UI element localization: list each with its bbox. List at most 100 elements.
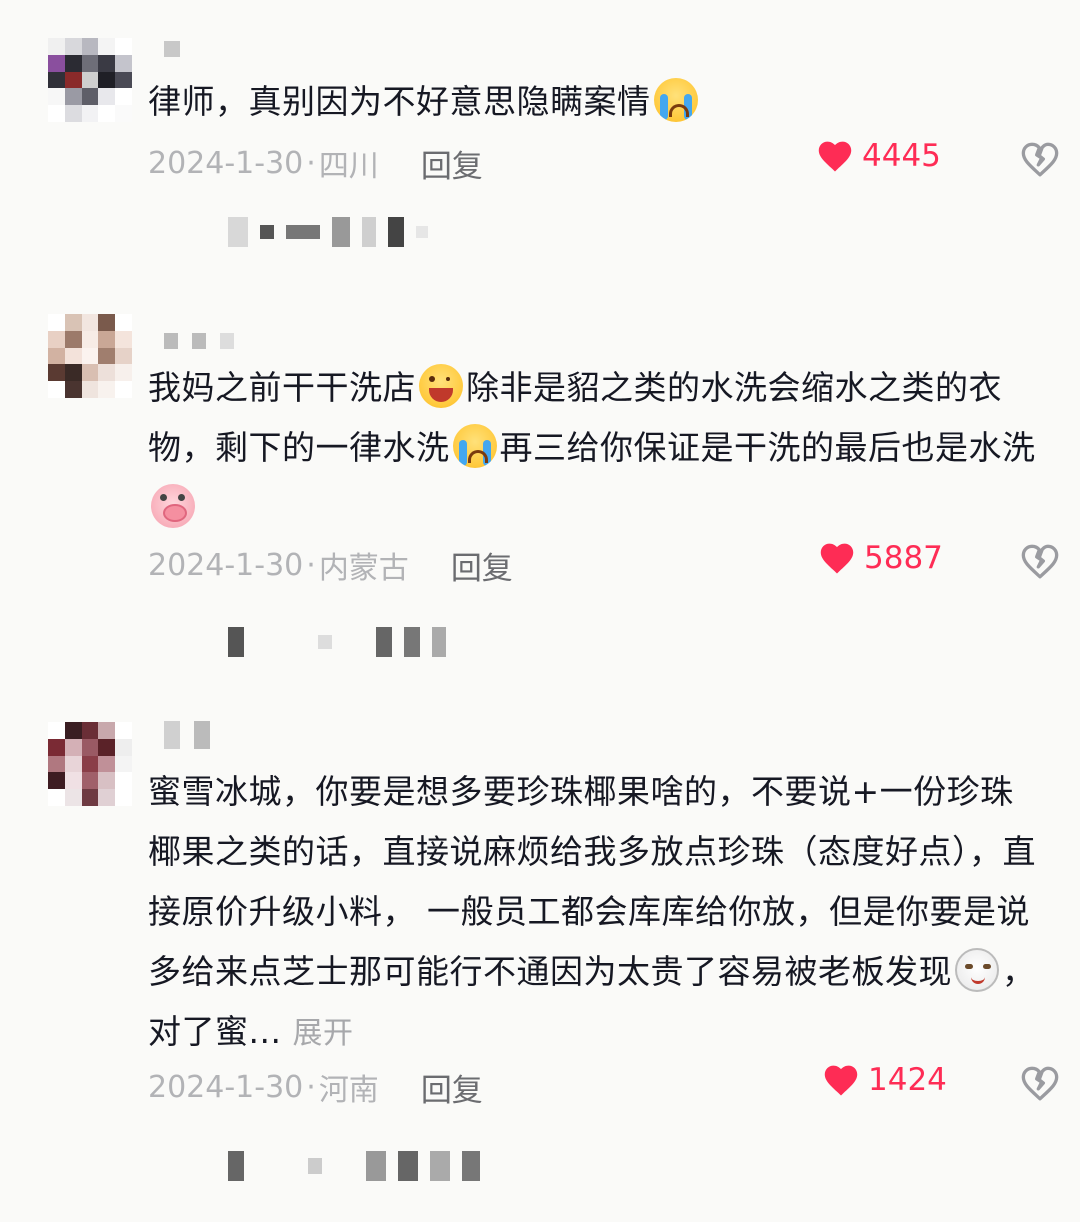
avatar-mosaic-cell <box>81 54 99 72</box>
avatar-mosaic-cell <box>48 772 65 790</box>
avatar-mosaic-cell <box>98 364 116 382</box>
avatar-mosaic-cell <box>64 314 82 331</box>
avatar-mosaic-cell <box>64 722 82 739</box>
avatar-mosaic-cell <box>98 330 116 348</box>
avatar-mosaic-cell <box>115 54 132 72</box>
avatar-mosaic-cell <box>81 347 99 365</box>
username-blurred[interactable] <box>164 721 210 749</box>
avatar-mosaic-cell <box>98 71 116 89</box>
avatar-mosaic-cell <box>48 71 65 89</box>
avatar-mosaic-cell <box>81 105 99 122</box>
comment-meta: 2024-1-30 · 四川 回复 4445 <box>148 138 1059 188</box>
avatar-mosaic-cell <box>81 314 99 331</box>
comment-location: 内蒙古 <box>318 551 409 586</box>
avatar[interactable] <box>48 722 132 806</box>
avatar-mosaic-cell <box>115 330 132 348</box>
avatar-mosaic-cell <box>64 755 82 773</box>
comment-text-part: 蜜雪冰城，你要是想多要珍珠椰果啥的，不要说+一份珍珠椰果之类的话，直接说麻烦给我… <box>148 772 1036 991</box>
avatar-mosaic-cell <box>48 347 65 365</box>
avatar-mosaic-cell <box>81 772 99 790</box>
winking-tongue-face-emoji-icon <box>419 364 463 408</box>
avatar-mosaic-cell <box>115 71 132 89</box>
like-count: 1424 <box>868 1062 947 1098</box>
avatar-mosaic-cell <box>115 381 132 398</box>
avatar-mosaic-cell <box>48 54 65 72</box>
avatar-mosaic-cell <box>98 738 116 756</box>
heart-icon <box>818 141 852 172</box>
avatar-mosaic-cell <box>115 347 132 365</box>
avatar-mosaic-cell <box>115 738 132 756</box>
avatar-mosaic-cell <box>48 88 65 106</box>
avatar-mosaic-cell <box>98 38 116 55</box>
like-count: 5887 <box>864 540 943 576</box>
broken-heart-icon <box>1021 142 1059 177</box>
avatar-mosaic-cell <box>48 105 65 122</box>
reply-button[interactable]: 回复 <box>421 1065 483 1110</box>
avatar-mosaic-cell <box>81 789 99 806</box>
avatar-mosaic-cell <box>48 789 65 806</box>
heart-icon <box>824 1065 858 1096</box>
avatar-mosaic-cell <box>81 755 99 773</box>
avatar-mosaic-cell <box>115 364 132 382</box>
reply-button[interactable]: 回复 <box>451 543 513 588</box>
like-button[interactable]: 4445 <box>816 138 941 174</box>
avatar-mosaic-cell <box>48 38 65 55</box>
dislike-button[interactable] <box>1020 1064 1060 1110</box>
avatar-mosaic-cell <box>81 88 99 106</box>
avatar-mosaic-cell <box>64 38 82 55</box>
avatar-mosaic-cell <box>115 105 132 122</box>
avatar-mosaic-cell <box>64 71 82 89</box>
avatar-mosaic-cell <box>98 722 116 739</box>
meta-separator: · <box>306 547 316 583</box>
avatar-mosaic-cell <box>64 330 82 348</box>
avatar-mosaic-cell <box>64 381 82 398</box>
heart-icon <box>820 543 854 574</box>
like-button[interactable]: 5887 <box>818 540 943 576</box>
avatar-mosaic-cell <box>48 364 65 382</box>
avatar-mosaic-cell <box>81 381 99 398</box>
avatar-mosaic-cell <box>98 88 116 106</box>
view-replies-blurred[interactable] <box>228 216 428 248</box>
comment-meta: 2024-1-30 · 内蒙古 回复 5887 <box>148 540 1059 590</box>
avatar-mosaic-cell <box>115 755 132 773</box>
dislike-button[interactable] <box>1020 542 1060 588</box>
avatar-mosaic-cell <box>81 364 99 382</box>
avatar-mosaic-cell <box>64 88 82 106</box>
avatar-mosaic-cell <box>115 88 132 106</box>
like-count: 4445 <box>862 138 941 174</box>
avatar-mosaic-cell <box>48 314 65 331</box>
avatar-mosaic-cell <box>98 314 116 331</box>
avatar-mosaic-cell <box>115 314 132 331</box>
avatar-mosaic-cell <box>48 381 65 398</box>
broken-heart-icon <box>1021 1066 1059 1101</box>
avatar-mosaic-cell <box>115 772 132 790</box>
avatar-mosaic-cell <box>64 54 82 72</box>
like-button[interactable]: 1424 <box>822 1062 947 1098</box>
avatar[interactable] <box>48 38 132 122</box>
username-blurred[interactable] <box>164 332 234 350</box>
meta-separator: · <box>306 1069 316 1105</box>
comment-text-part: 律师，真别因为不好意思隐瞒案情 <box>148 82 651 121</box>
comment-location: 四川 <box>318 149 379 184</box>
view-replies-blurred[interactable] <box>228 1150 480 1182</box>
cat-face-emoji-icon <box>955 948 999 992</box>
pig-face-emoji-icon <box>151 484 195 528</box>
avatar-mosaic-cell <box>98 789 116 806</box>
avatar-mosaic-cell <box>64 772 82 790</box>
crying-face-emoji-icon <box>653 78 698 122</box>
avatar-mosaic-cell <box>98 381 116 398</box>
crying-face-emoji-icon <box>452 424 497 468</box>
avatar-mosaic-cell <box>64 738 82 756</box>
avatar-mosaic-cell <box>81 722 99 739</box>
username-blurred[interactable] <box>164 40 180 58</box>
dislike-button[interactable] <box>1020 140 1060 186</box>
comment-location: 河南 <box>318 1073 379 1108</box>
expand-link[interactable]: 展开 <box>292 1016 353 1051</box>
reply-button[interactable]: 回复 <box>421 141 483 186</box>
view-replies-blurred[interactable] <box>228 626 446 658</box>
avatar-mosaic-cell <box>115 789 132 806</box>
avatar[interactable] <box>48 314 132 398</box>
avatar-mosaic-cell <box>98 347 116 365</box>
avatar-mosaic-cell <box>48 738 65 756</box>
avatar-mosaic-cell <box>115 722 132 739</box>
